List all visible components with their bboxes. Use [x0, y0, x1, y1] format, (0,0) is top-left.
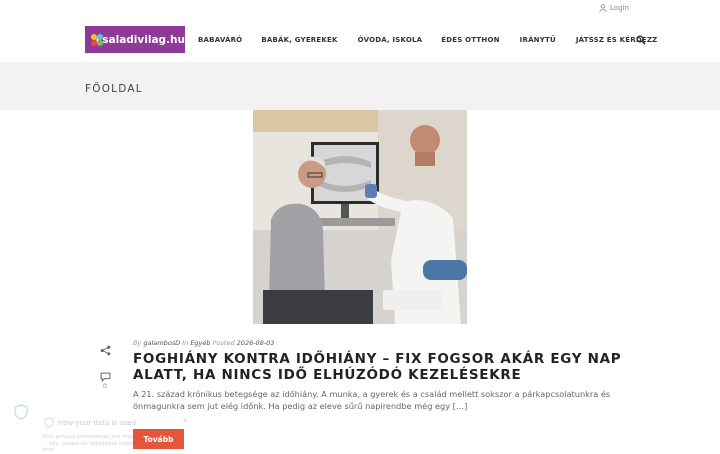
top-bar: Login — [0, 0, 720, 18]
cookie-shield-icon — [44, 417, 54, 428]
share-icon[interactable] — [100, 345, 111, 356]
post-category[interactable]: Egyéb — [190, 339, 210, 347]
cookie-close-button[interactable]: × — [182, 416, 189, 425]
nav-item-iranytu[interactable]: IRÁNYTŰ — [520, 36, 556, 44]
post-author[interactable]: galambosD — [143, 339, 180, 347]
site-logo[interactable]: csaladivilag.hu — [85, 26, 185, 53]
comment-icon[interactable] — [100, 372, 111, 382]
nav-item-babak-gyerekek[interactable]: BABÁK, GYEREKEK — [261, 36, 337, 44]
page-title-bar: FŐOLDAL — [0, 62, 720, 110]
logo-mark-icon — [91, 33, 103, 46]
meta-posted: Posted — [212, 339, 235, 347]
site-header: csaladivilag.hu BABAVÁRÓ BABÁK, GYEREKEK… — [0, 18, 720, 62]
meta-by: By — [133, 339, 142, 347]
dental-scene-illustration — [253, 110, 467, 324]
cookie-continue-button[interactable]: Tovább — [133, 429, 184, 449]
main-nav: BABAVÁRÓ BABÁK, GYEREKEK ÓVODA, ISKOLA É… — [198, 36, 657, 44]
post-date: 2026-08-03 — [236, 339, 275, 347]
post-excerpt: A 21. század krónikus betegsége az időhi… — [133, 389, 611, 411]
logo-text: csaladivilag.hu — [96, 33, 185, 46]
page-title: FŐOLDAL — [85, 83, 143, 95]
nav-item-babavaro[interactable]: BABAVÁRÓ — [198, 36, 242, 44]
comment-count: 0 — [103, 383, 107, 390]
nav-item-edes-otthon[interactable]: ÉDES OTTHON — [441, 36, 499, 44]
cookie-title: How your data is used — [58, 419, 137, 427]
nav-item-ovoda-iskola[interactable]: ÓVODA, ISKOLA — [358, 36, 423, 44]
login-label: Login — [610, 4, 629, 12]
user-icon — [599, 4, 607, 12]
login-link[interactable]: Login — [599, 4, 629, 12]
search-icon[interactable] — [636, 35, 646, 45]
post-meta: By galambosD In Egyéb Posted 2026-08-03 — [133, 339, 274, 347]
post-title[interactable]: FOGHIÁNY KONTRA IDŐHIÁNY – FIX FOGSOR AK… — [133, 351, 623, 383]
privacy-shield-icon[interactable] — [14, 404, 28, 420]
meta-in: In — [182, 339, 189, 347]
post-featured-image[interactable] — [253, 110, 467, 324]
